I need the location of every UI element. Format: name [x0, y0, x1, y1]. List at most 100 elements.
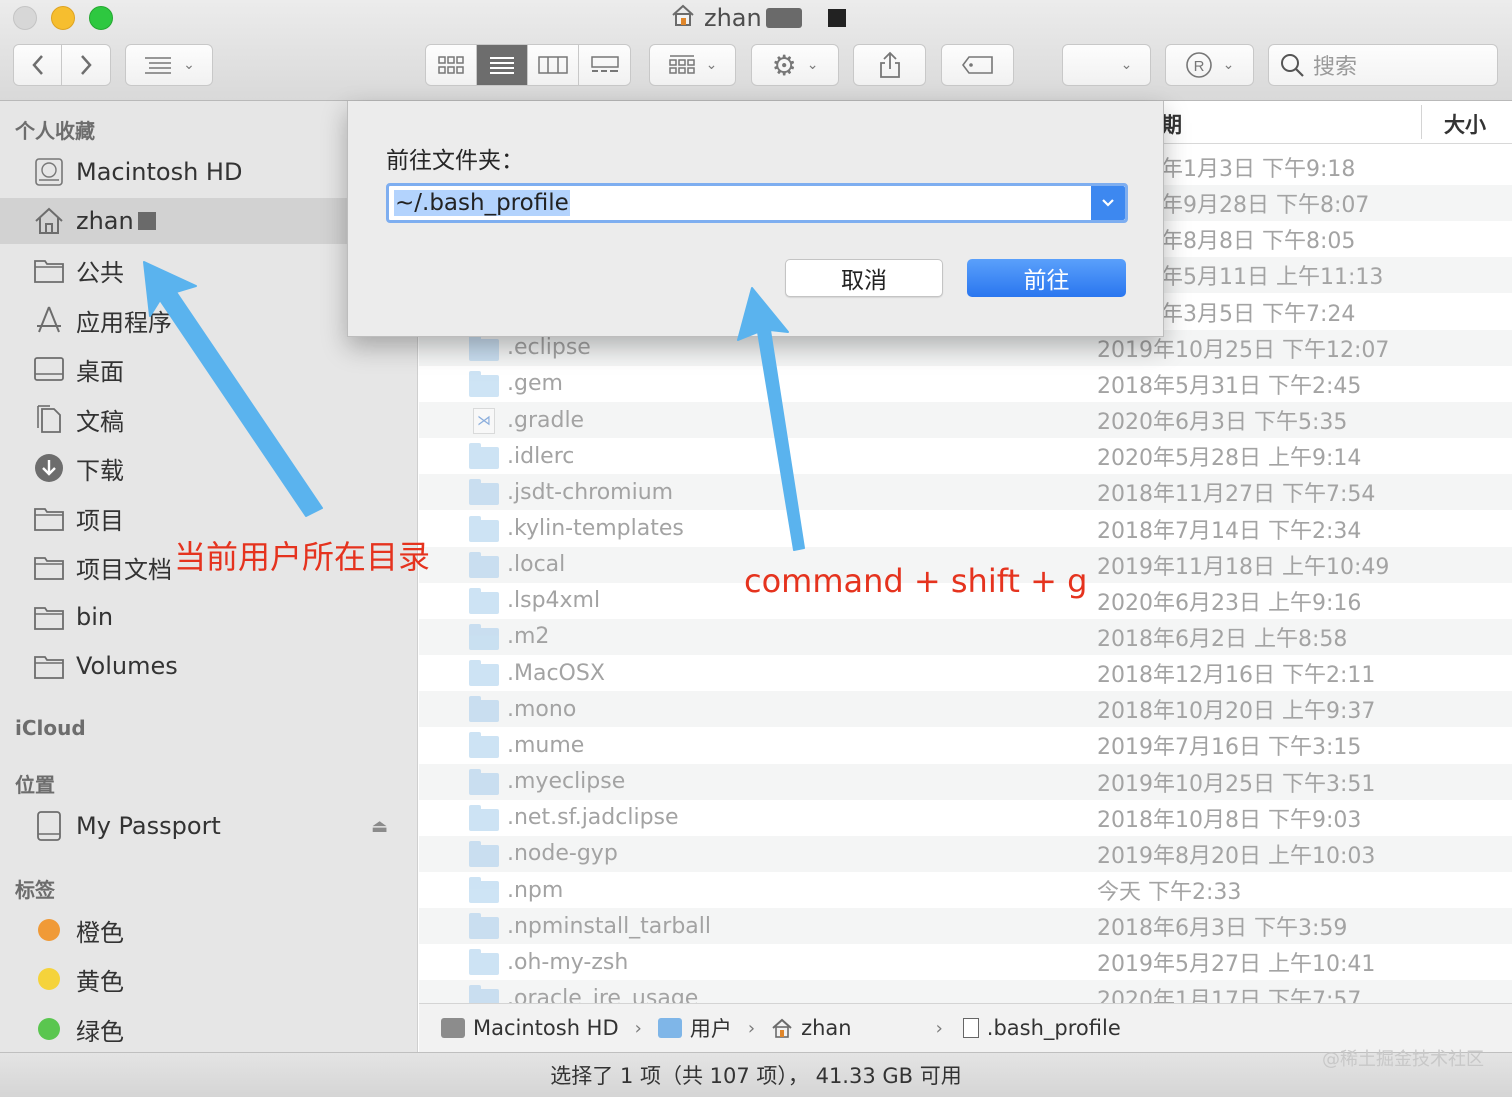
goto-folder-input[interactable]: ~/.bash_profile [386, 183, 1128, 223]
go-button[interactable]: 前往 [967, 259, 1126, 297]
table-row[interactable]: .node-gyp 2019年8月20日 上午10:03 [419, 835, 1512, 872]
path-item[interactable]: .bash_profile [987, 1016, 1121, 1040]
file-date: 2019年11月18日 上午10:49 [1097, 554, 1390, 580]
sidebar-item-label: 桌面 [76, 357, 124, 386]
table-row[interactable]: .net.sf.jadclipse 2018年10月8日 下午9:03 [419, 800, 1512, 836]
chevron-down-icon: ⌄ [1222, 57, 1235, 73]
file-name: .mono [507, 696, 577, 722]
table-row[interactable]: .oracle_jre_usage 2020年1月17日 下午7:57 [419, 980, 1512, 1003]
file-date: 2018年10月20日 上午9:37 [1097, 699, 1376, 725]
goto-folder-input-value: ~/.bash_profile [394, 190, 570, 216]
document-icon: ⋊ [469, 408, 499, 435]
path-item[interactable]: Macintosh HD [473, 1016, 619, 1040]
sidebar-item-desktop[interactable]: 桌面 [0, 346, 418, 392]
chevron-down-icon[interactable] [1091, 186, 1125, 220]
sidebar-item-downloads[interactable]: 下载 [0, 445, 418, 491]
zoom-window-button[interactable] [89, 6, 113, 30]
file-date: 年3月5日 下午7:24 [1161, 301, 1356, 327]
file-date: 年5月11日 上午11:13 [1161, 265, 1384, 291]
extension-dropdown-button[interactable]: R ⌄ [1165, 44, 1254, 86]
sidebar-item-home[interactable]: zhan [0, 198, 348, 244]
sidebar-item-label: My Passport [76, 812, 221, 840]
folder-icon [469, 732, 499, 759]
table-row[interactable]: .gem 2018年5月31日 下午2:45 [419, 366, 1512, 402]
file-date: 2019年8月20日 上午10:03 [1097, 843, 1376, 869]
window-title: zhan [670, 2, 846, 34]
file-date: 2020年1月17日 下午7:57 [1097, 988, 1362, 1003]
table-row[interactable]: .idlerc 2020年5月28日 上午9:14 [419, 438, 1512, 474]
sidebar-item-documents[interactable]: 文稿 [0, 396, 418, 442]
folder-icon [32, 253, 66, 287]
table-row[interactable]: .oh-my-zsh 2019年5月27日 上午10:41 [419, 944, 1512, 980]
column-header-date[interactable]: 期 [1161, 109, 1182, 139]
yellow-tag-icon [38, 968, 60, 990]
table-row[interactable]: .npm 今天 下午2:33 [419, 872, 1512, 908]
file-date: 2020年6月3日 下午5:35 [1097, 410, 1348, 436]
sidebar-item-tag-orange[interactable]: 橙色 [0, 907, 418, 953]
minimize-window-button[interactable] [51, 6, 75, 30]
path-separator: › [634, 1017, 642, 1039]
path-separator: › [747, 1017, 756, 1039]
column-view-button[interactable] [528, 45, 579, 85]
group-by-button[interactable]: ⌄ [649, 44, 736, 86]
file-date: 2019年10月25日 下午3:51 [1097, 771, 1376, 797]
tag-icon [961, 56, 993, 74]
hard-drive-icon [32, 155, 66, 189]
sidebar-item-tag-green[interactable]: 绿色 [0, 1006, 418, 1052]
search-input[interactable]: 搜索 [1268, 44, 1498, 86]
sidebar-view-menu-button[interactable]: ⌄ [125, 44, 213, 86]
folder-icon [469, 443, 499, 470]
file-date: 2019年5月27日 上午10:41 [1097, 952, 1376, 978]
path-dropdown-button[interactable]: ⌄ [1062, 44, 1151, 86]
sidebar-item-label: Volumes [76, 652, 178, 680]
sidebar-item-tag-yellow[interactable]: 黄色 [0, 956, 418, 1002]
file-date: 年8月8日 下午8:05 [1161, 229, 1356, 255]
column-divider[interactable] [1421, 105, 1422, 139]
file-icon [962, 1018, 979, 1038]
table-row[interactable]: .m2 2018年6月2日 上午8:58 [419, 618, 1512, 655]
gallery-view-button[interactable] [579, 45, 630, 85]
sidebar-item-bin[interactable]: bin [0, 594, 418, 640]
tags-header: 标签 [15, 878, 55, 902]
table-row[interactable]: ⋊ .gradle 2020年6月3日 下午5:35 [419, 402, 1512, 439]
home-icon [670, 2, 696, 34]
home-icon [771, 1017, 793, 1039]
cancel-button[interactable]: 取消 [785, 259, 943, 297]
table-row[interactable]: .mono 2018年10月20日 上午9:37 [419, 691, 1512, 728]
list-view-button[interactable] [477, 45, 528, 85]
file-date: 2018年11月27日 下午7:54 [1097, 482, 1376, 508]
back-button[interactable] [14, 45, 62, 85]
sidebar-item-volumes[interactable]: Volumes [0, 643, 418, 689]
column-header-size[interactable]: 大小 [1444, 109, 1486, 139]
grid-icon [438, 56, 464, 74]
folder-icon [32, 600, 66, 634]
path-item[interactable]: 用户 [690, 1013, 732, 1043]
file-name: .node-gyp [507, 841, 618, 867]
table-row[interactable]: .kylin-templates 2018年7月14日 下午2:34 [419, 511, 1512, 547]
file-name: .net.sf.jadclipse [507, 805, 679, 831]
sidebar-item-my-passport[interactable]: My Passport ⏏ [0, 803, 418, 849]
chevron-left-icon [31, 55, 43, 75]
path-item[interactable]: zhan [801, 1016, 852, 1040]
table-row[interactable]: .jsdt-chromium 2018年11月27日 下午7:54 [419, 474, 1512, 511]
eject-icon[interactable]: ⏏ [371, 816, 388, 837]
folder-icon [469, 840, 499, 867]
table-row[interactable]: .mume 2019年7月16日 下午3:15 [419, 727, 1512, 763]
share-button[interactable] [853, 44, 926, 86]
table-row[interactable]: .myeclipse 2019年10月25日 下午3:51 [419, 763, 1512, 800]
table-row[interactable]: .MacOSX 2018年12月16日 下午2:11 [419, 655, 1512, 691]
sidebar-item-label: 应用程序 [76, 308, 172, 337]
columns-icon [538, 56, 568, 74]
file-date: 2019年7月16日 下午3:15 [1097, 735, 1362, 761]
users-folder-icon [657, 1018, 682, 1038]
action-menu-button[interactable]: ⚙ ⌄ [751, 44, 839, 86]
forward-button[interactable] [62, 45, 110, 85]
icon-view-button[interactable] [426, 45, 477, 85]
search-icon [1281, 54, 1304, 77]
edit-tags-button[interactable] [941, 44, 1014, 86]
file-name: .npminstall_tarball [507, 913, 712, 939]
table-row[interactable]: .npminstall_tarball 2018年6月3日 下午3:59 [419, 908, 1512, 945]
file-name: .lsp4xml [507, 588, 601, 614]
close-window-button[interactable] [13, 6, 37, 30]
home-icon [32, 204, 66, 238]
